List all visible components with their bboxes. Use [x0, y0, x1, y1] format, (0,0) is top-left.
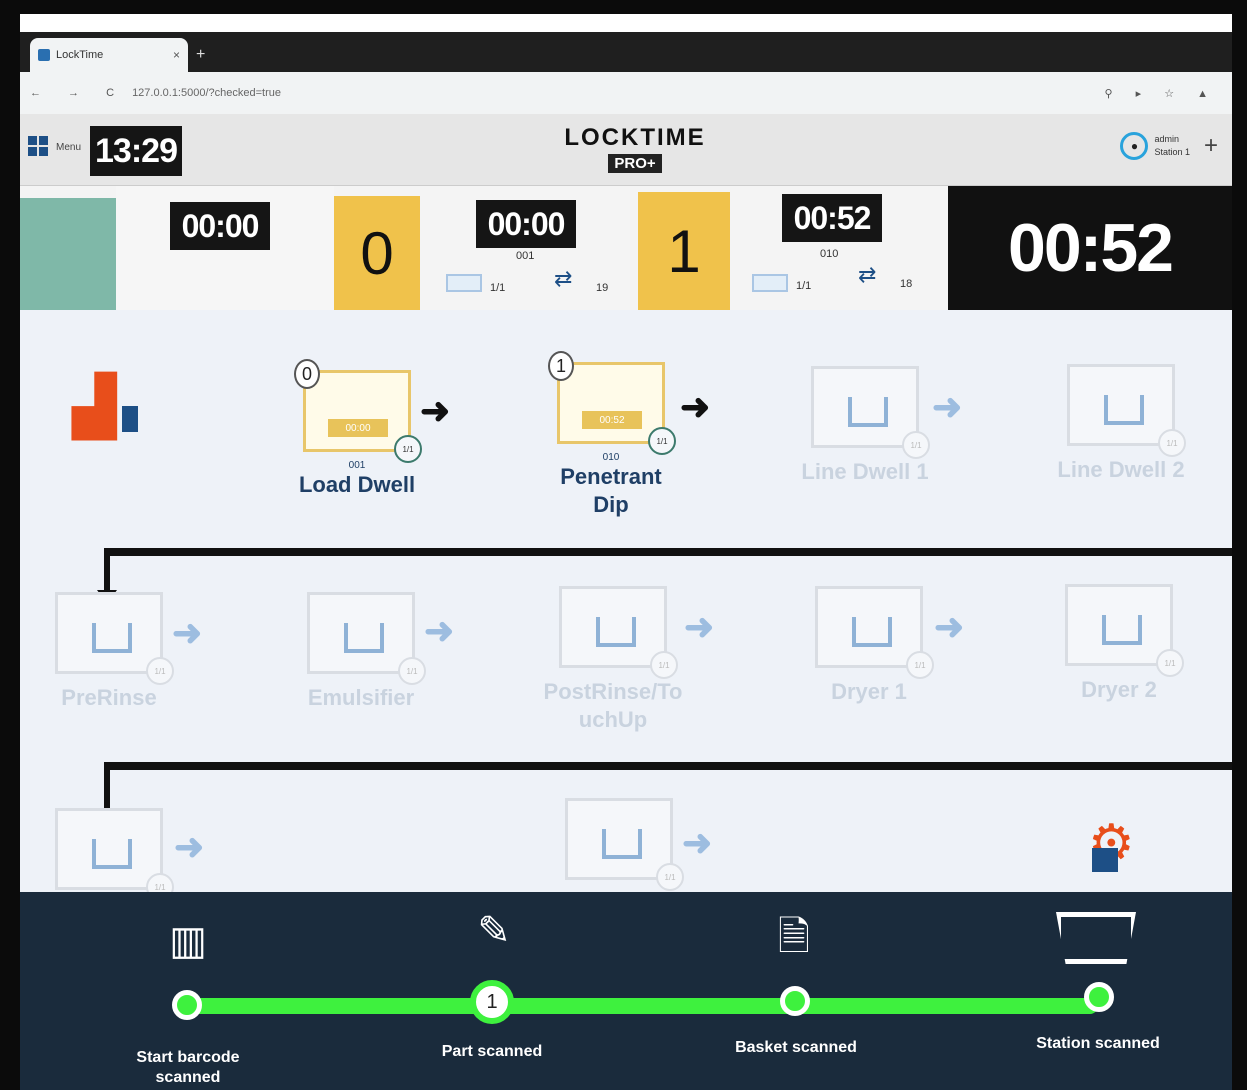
- part-icon: ✎: [477, 909, 511, 953]
- new-tab-button[interactable]: +: [196, 46, 205, 64]
- favicon-icon: [38, 49, 50, 61]
- slot2-basket-icon: [446, 274, 482, 292]
- flow-arrow-icon: ➜: [932, 386, 963, 427]
- row-connector-down: [104, 548, 110, 590]
- postrinse-label: PostRinse/TouchUp: [543, 679, 683, 732]
- status-row: 00:00 0 00:00 001 1/1 ⇄ 19 1 00:52 010 1…: [20, 186, 1232, 310]
- progress-node-basket: [780, 986, 810, 1016]
- emulsifier-label: Emulsifier: [307, 685, 415, 710]
- tab-title: LockTime: [56, 49, 104, 61]
- station-developer[interactable]: 1/1: [34, 808, 184, 901]
- menu-label[interactable]: Menu: [56, 142, 81, 153]
- load-dwell-count: 0: [294, 359, 320, 389]
- slot3-code: 010: [820, 248, 839, 260]
- flow-arrow-icon: ➜: [934, 606, 965, 647]
- station-line-dwell-1[interactable]: 1/1 Line Dwell 1: [790, 366, 940, 486]
- slot2-code: 001: [516, 250, 535, 262]
- station-prerinse[interactable]: 1/1 PreRinse: [34, 592, 184, 712]
- flow-arrow-icon: ➜: [172, 612, 203, 653]
- browser-tab[interactable]: LockTime ×: [30, 38, 188, 72]
- load-dwell-timer: 00:00: [328, 419, 388, 437]
- station-inspection[interactable]: 1/1: [544, 798, 694, 891]
- station-icon: [1056, 912, 1136, 964]
- app-screen: LockTime × + ← → C 127.0.0.1:5000/?check…: [20, 14, 1232, 1090]
- station-penetrant-dip[interactable]: 1 00:52 1/1 010 Penetrant Dip: [536, 351, 686, 519]
- penetrant-dip-badge: 1/1: [648, 427, 676, 455]
- dryer-2-label: Dryer 2: [1081, 677, 1157, 702]
- forklift-icon: ▟: [72, 374, 117, 439]
- station-emulsifier[interactable]: 1/1 Emulsifier: [286, 592, 436, 712]
- flow-arrow-icon: ➜: [174, 826, 205, 867]
- slot2-route-icon: ⇄: [554, 266, 573, 291]
- slot3-timer: 00:52: [782, 194, 882, 242]
- flow-arrow-icon: ➜: [680, 386, 711, 427]
- process-flow: ▟ 0 00:00 1/1 001 Load Dwell ➜ 1 00:52 1…: [20, 310, 1232, 904]
- slot1-timer: 00:00: [170, 202, 270, 250]
- step-label-start: Start barcode scanned: [136, 1049, 240, 1086]
- flow-arrow-icon: ➜: [682, 822, 713, 863]
- slot3-route-count: 18: [900, 278, 913, 290]
- logo-badge: PRO+: [608, 154, 662, 173]
- barcode-icon: ▥: [169, 919, 207, 963]
- load-dwell-badge: 1/1: [394, 435, 422, 463]
- step-label-part: Part scanned: [441, 1043, 543, 1060]
- browser-toolbar-icons[interactable]: ⚲ ▸ ☆ ▲: [1105, 87, 1219, 100]
- logo-text: LOCKTIME: [564, 124, 706, 151]
- line-dwell-2-label: Line Dwell 2: [1057, 457, 1185, 482]
- user-name: admin: [1154, 134, 1179, 144]
- status-color-block: [20, 198, 116, 310]
- station-dryer-2[interactable]: 1/1 Dryer 2: [1044, 584, 1194, 704]
- prerinse-label: PreRinse: [61, 685, 157, 710]
- progress-node-station: [1084, 982, 1114, 1012]
- load-dwell-label: Load Dwell: [298, 472, 416, 497]
- add-button[interactable]: +: [1204, 132, 1218, 160]
- slot2-timer: 00:00: [476, 200, 576, 248]
- nav-buttons[interactable]: ← → C: [30, 87, 126, 99]
- progress-track: [186, 998, 1098, 1014]
- unload-box-icon: [1092, 848, 1118, 872]
- row-connector-down: [104, 762, 110, 812]
- address-bar: ← → C 127.0.0.1:5000/?checked=true ⚲ ▸ ☆…: [20, 72, 1232, 114]
- user-avatar-icon[interactable]: ●: [1120, 132, 1149, 160]
- penetrant-dip-count: 1: [548, 351, 574, 381]
- slot3-route-icon: ⇄: [858, 262, 877, 287]
- station-postrinse[interactable]: 1/1 PostRinse/TouchUp: [538, 586, 688, 734]
- slot2-count: 0: [334, 196, 420, 310]
- progress-node-start: [172, 990, 202, 1020]
- total-time-display: 00:52: [948, 186, 1232, 310]
- app-header: Menu 13:29 LOCKTIME PRO+ ● admin Station…: [20, 114, 1232, 186]
- row-connector: [104, 548, 1232, 556]
- document-icon: 🗎: [777, 915, 811, 959]
- slot2-route-count: 19: [596, 282, 609, 294]
- station-dryer-1[interactable]: 1/1 Dryer 1: [794, 586, 944, 706]
- line-dwell-1-label: Line Dwell 1: [801, 459, 929, 484]
- status-slot-1: 00:00: [116, 186, 334, 310]
- step-label-station: Station scanned: [1036, 1035, 1160, 1052]
- clock-display: 13:29: [90, 126, 182, 176]
- user-info[interactable]: ● admin Station 1 +: [1120, 132, 1218, 160]
- tab-close-icon[interactable]: ×: [173, 48, 180, 62]
- flow-arrow-icon: ➜: [420, 390, 451, 431]
- menu-grid-icon[interactable]: [28, 136, 48, 156]
- slot2-basket-count: 1/1: [490, 282, 506, 294]
- progress-node-part: 1: [470, 980, 514, 1024]
- slot3-basket-icon: [752, 274, 788, 292]
- user-station: Station 1: [1154, 147, 1190, 157]
- penetrant-dip-timer: 00:52: [582, 411, 642, 429]
- station-load-dwell[interactable]: 0 00:00 1/1 001 Load Dwell: [282, 359, 432, 499]
- flow-arrow-icon: ➜: [684, 606, 715, 647]
- scan-progress-panel: ▥ ✎ 🗎 1 Start barcode scanned Part scann…: [20, 892, 1232, 1090]
- url-field[interactable]: 127.0.0.1:5000/?checked=true: [132, 87, 281, 99]
- slot3-count: 1: [638, 192, 730, 310]
- penetrant-dip-label: Penetrant Dip: [560, 464, 662, 517]
- browser-tabbar: LockTime × +: [20, 32, 1232, 72]
- row-connector: [104, 762, 1232, 770]
- dryer-1-label: Dryer 1: [831, 679, 907, 704]
- station-line-dwell-2[interactable]: 1/1 Line Dwell 2: [1046, 364, 1196, 484]
- locktime-logo: LOCKTIME PRO+: [560, 124, 710, 173]
- flow-arrow-icon: ➜: [424, 610, 455, 651]
- step-label-basket: Basket scanned: [735, 1039, 857, 1056]
- forklift-load-icon: [122, 406, 138, 432]
- slot3-basket-count: 1/1: [796, 280, 812, 292]
